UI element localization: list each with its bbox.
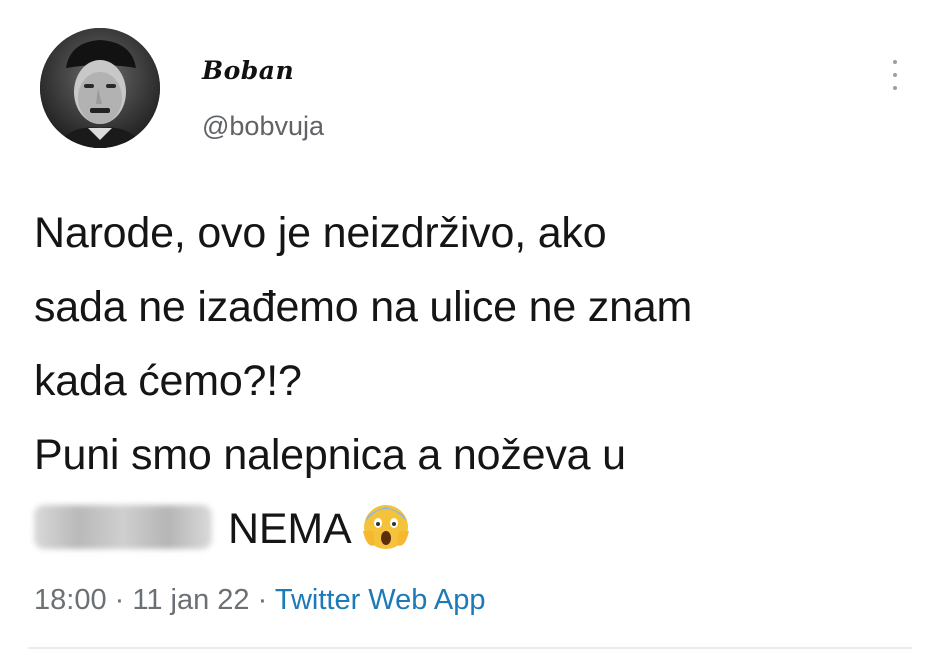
separator: ·: [257, 584, 268, 616]
separator: ·: [114, 584, 125, 616]
blurred-text: [34, 505, 212, 549]
screaming-face-emoji-icon: [359, 501, 413, 553]
tweet-text-word: NEMA: [228, 505, 352, 553]
tweet-text-line: Narode, ovo je neizdrživo, ako: [34, 209, 607, 257]
tweet-meta: 18:00 · 11 jan 22 · Twitter Web App: [34, 584, 485, 617]
tweet-text-line-last: NEMA: [34, 492, 929, 566]
more-vertical-icon: [893, 60, 897, 64]
divider: [28, 647, 912, 649]
tweet-text-line: kada ćemo?!?: [34, 357, 302, 405]
tweet-time[interactable]: 18:00: [34, 584, 107, 616]
display-name[interactable]: Boban: [202, 56, 294, 85]
tweet-text-line: sada ne izađemo na ulice ne znam: [34, 283, 693, 331]
user-handle[interactable]: @bobvuja: [202, 111, 324, 142]
tweet-source-link[interactable]: Twitter Web App: [275, 584, 486, 616]
tweet-card: Boban @bobvuja Narode, ovo je neizdrživo…: [0, 0, 940, 658]
tweet-date[interactable]: 11 jan 22: [132, 584, 249, 616]
avatar[interactable]: [40, 28, 160, 148]
avatar-photo-icon: [40, 28, 160, 148]
more-options-button[interactable]: [887, 60, 903, 90]
tweet-text-line: Puni smo nalepnica a noževa u: [34, 431, 626, 479]
tweet-text: Narode, ovo je neizdrživo, ako sada ne i…: [34, 196, 929, 566]
